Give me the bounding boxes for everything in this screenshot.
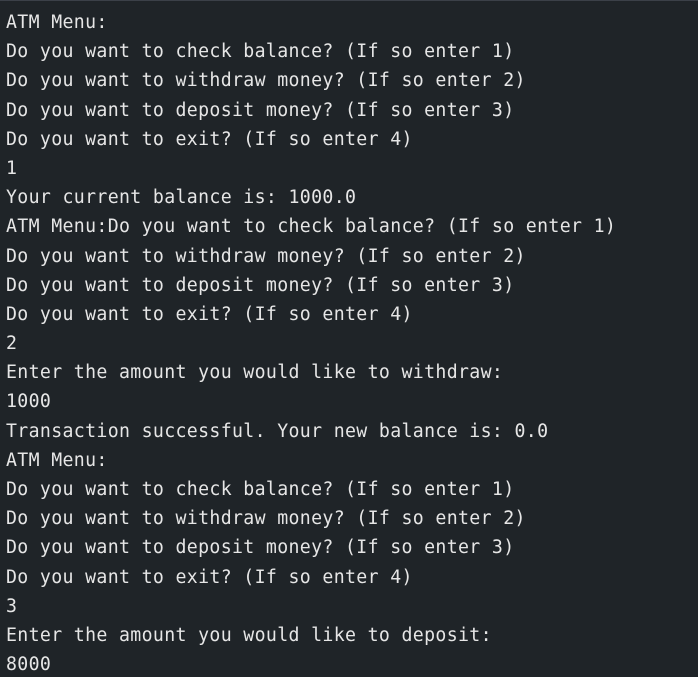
output-line: Do you want to exit? (If so enter 4) — [6, 303, 413, 325]
output-line: Do you want to check balance? (If so ent… — [6, 41, 515, 63]
output-line: Do you want to deposit money? (If so ent… — [6, 274, 515, 296]
user-input-line: 2 — [6, 333, 18, 355]
output-line: Do you want to withdraw money? (If so en… — [6, 508, 526, 530]
output-line: ATM Menu: — [6, 12, 108, 33]
output-line: Do you want to exit? (If so enter 4) — [6, 566, 413, 588]
output-line: ATM Menu:Do you want to check balance? (… — [6, 216, 617, 238]
output-line: Do you want to check balance? (If so ent… — [6, 479, 515, 500]
output-line: Your current balance is: 1000.0 — [6, 187, 357, 209]
user-input-line: 1 — [6, 157, 18, 179]
output-line: Do you want to deposit money? (If so ent… — [6, 537, 515, 559]
output-line: Do you want to deposit money? (If so ent… — [6, 99, 515, 121]
terminal-window[interactable]: ATM Menu: Do you want to check balance? … — [0, 0, 698, 677]
user-input-line: 8000 — [6, 654, 52, 676]
output-line: Enter the amount you would like to withd… — [6, 362, 504, 384]
terminal-output: ATM Menu: Do you want to check balance? … — [6, 8, 698, 677]
user-input-line: 1000 — [6, 391, 52, 413]
output-line: Do you want to withdraw money? (If so en… — [6, 70, 526, 92]
output-line: Transaction successful. Your new balance… — [6, 420, 549, 442]
user-input-line: 3 — [6, 595, 18, 617]
output-line: Do you want to exit? (If so enter 4) — [6, 128, 413, 150]
output-line: Do you want to withdraw money? (If so en… — [6, 245, 526, 267]
output-line: Enter the amount you would like to depos… — [6, 624, 492, 646]
output-line: ATM Menu: — [6, 449, 108, 471]
